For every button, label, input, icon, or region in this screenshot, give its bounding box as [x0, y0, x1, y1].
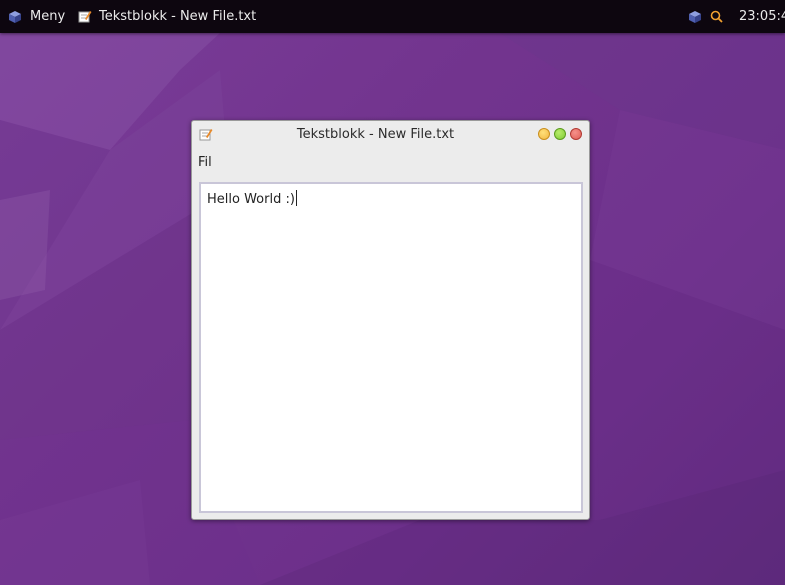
clock[interactable]: 23:05:43 [739, 0, 785, 33]
system-tray [688, 0, 723, 33]
desktop: Meny Tekstblokk - New File.txt 23:05:43 [0, 0, 785, 585]
window-title: Tekstblokk - New File.txt [296, 127, 455, 142]
cube-icon [9, 10, 21, 23]
text-editor[interactable]: Hello World :) [199, 182, 583, 513]
close-button[interactable] [570, 128, 582, 140]
editor-content: Hello World :) [207, 190, 297, 207]
text-caret [295, 190, 297, 206]
notepad-window: Tekstblokk - New File.txt Fil Hello Worl… [191, 120, 590, 520]
start-menu-label: Meny [30, 9, 66, 24]
cube-icon[interactable] [688, 10, 702, 24]
menu-file[interactable]: Fil [198, 150, 212, 176]
notepad-icon [199, 129, 213, 141]
maximize-button[interactable] [554, 128, 566, 140]
window-titlebar[interactable]: Tekstblokk - New File.txt [192, 121, 589, 148]
magnifier-icon[interactable] [710, 10, 723, 23]
start-menu-button[interactable]: Meny [8, 0, 65, 33]
notepad-icon [78, 11, 92, 23]
taskbar-window-button[interactable]: Tekstblokk - New File.txt [78, 0, 256, 33]
editor-text: Hello World :) [207, 192, 295, 207]
taskbar: Meny Tekstblokk - New File.txt 23:05:43 [0, 0, 785, 33]
minimize-button[interactable] [538, 128, 550, 140]
menubar: Fil [192, 150, 589, 176]
taskbar-window-label: Tekstblokk - New File.txt [99, 9, 257, 24]
